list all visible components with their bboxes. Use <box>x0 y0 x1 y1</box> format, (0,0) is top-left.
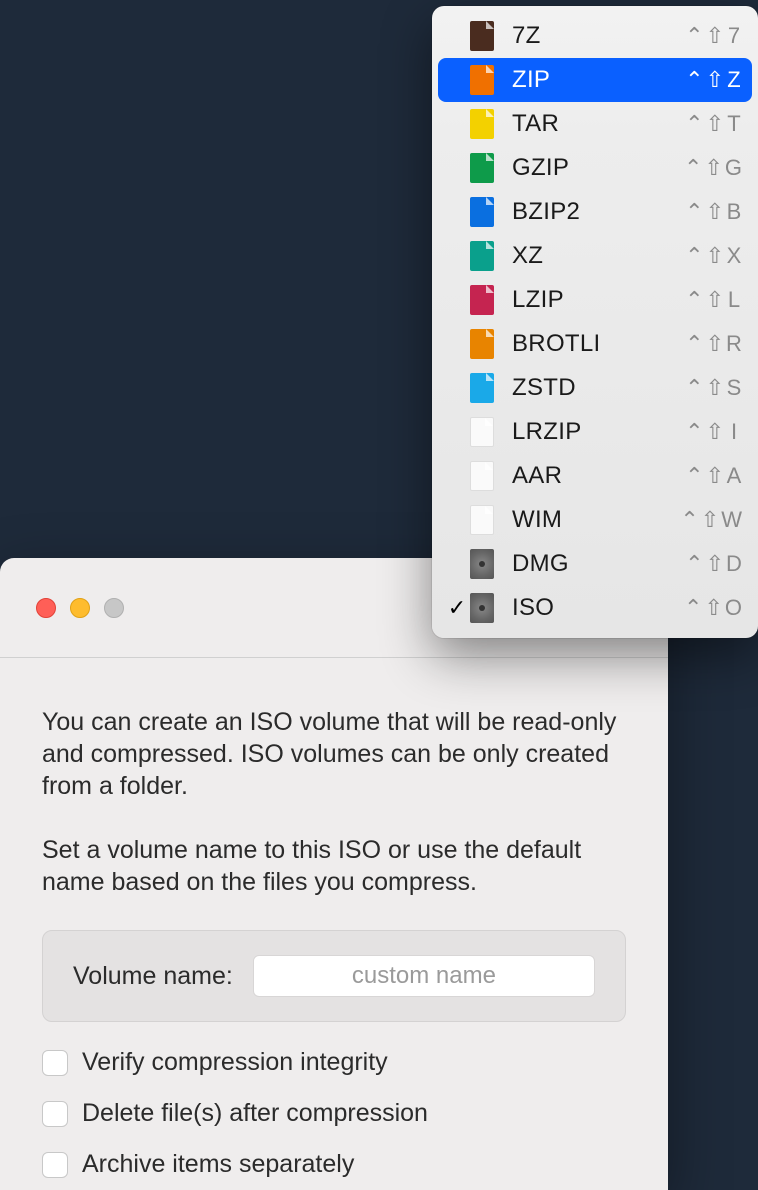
checkbox-label-separate: Archive items separately <box>82 1150 354 1179</box>
menu-item-shortcut: ⌃⇧I <box>685 419 742 445</box>
file-icon <box>470 417 494 447</box>
dialog-paragraph-1: You can create an ISO volume that will b… <box>42 706 626 802</box>
check-row-verify[interactable]: Verify compression integrity <box>42 1048 626 1077</box>
menu-item-7z[interactable]: 7Z⌃⇧7 <box>438 14 752 58</box>
menu-item-shortcut: ⌃⇧W <box>680 507 742 533</box>
file-icon <box>470 109 494 139</box>
file-icon <box>470 65 494 95</box>
menu-item-zstd[interactable]: ZSTD⌃⇧S <box>438 366 752 410</box>
dialog-paragraph-2: Set a volume name to this ISO or use the… <box>42 834 626 898</box>
volume-name-box: Volume name: <box>42 930 626 1022</box>
menu-item-shortcut: ⌃⇧L <box>685 287 742 313</box>
file-icon <box>470 461 494 491</box>
file-icon <box>470 593 494 623</box>
file-icon <box>470 329 494 359</box>
menu-item-label: DMG <box>512 550 685 578</box>
menu-item-shortcut: ⌃⇧A <box>685 463 742 489</box>
checkbox-separate[interactable] <box>42 1152 68 1178</box>
menu-item-label: WIM <box>512 506 680 534</box>
menu-item-shortcut: ⌃⇧Z <box>685 67 742 93</box>
check-row-delete[interactable]: Delete file(s) after compression <box>42 1099 626 1128</box>
checkbox-label-verify: Verify compression integrity <box>82 1048 388 1077</box>
file-icon <box>470 241 494 271</box>
menu-item-label: BZIP2 <box>512 198 685 226</box>
menu-item-iso[interactable]: ✓ ISO⌃⇧O <box>438 586 752 630</box>
volume-name-input[interactable] <box>253 955 595 997</box>
file-icon <box>470 153 494 183</box>
menu-item-bzip2[interactable]: BZIP2⌃⇧B <box>438 190 752 234</box>
menu-item-lrzip[interactable]: LRZIP⌃⇧I <box>438 410 752 454</box>
file-icon <box>470 285 494 315</box>
dialog-window: You can create an ISO volume that will b… <box>0 558 668 1190</box>
dialog-body: You can create an ISO volume that will b… <box>0 658 668 898</box>
checkbox-group: Verify compression integrity Delete file… <box>0 1022 668 1179</box>
menu-item-zip[interactable]: ZIP⌃⇧Z <box>438 58 752 102</box>
menu-item-label: ZIP <box>512 66 685 94</box>
menu-item-label: 7Z <box>512 22 685 50</box>
menu-item-shortcut: ⌃⇧O <box>684 595 742 621</box>
format-dropdown[interactable]: 7Z⌃⇧7ZIP⌃⇧ZTAR⌃⇧TGZIP⌃⇧GBZIP2⌃⇧BXZ⌃⇧XLZI… <box>432 6 758 638</box>
menu-item-label: LZIP <box>512 286 685 314</box>
menu-item-brotli[interactable]: BROTLI⌃⇧R <box>438 322 752 366</box>
menu-item-label: ISO <box>512 594 684 622</box>
menu-item-shortcut: ⌃⇧G <box>684 155 742 181</box>
checkmark-icon: ✓ <box>444 595 470 621</box>
menu-item-shortcut: ⌃⇧S <box>685 375 742 401</box>
checkbox-label-delete: Delete file(s) after compression <box>82 1099 428 1128</box>
menu-item-label: TAR <box>512 110 685 138</box>
file-icon <box>470 549 494 579</box>
file-icon <box>470 197 494 227</box>
menu-item-shortcut: ⌃⇧D <box>685 551 742 577</box>
volume-name-label: Volume name: <box>73 962 233 991</box>
menu-item-shortcut: ⌃⇧T <box>685 111 742 137</box>
checkbox-verify[interactable] <box>42 1050 68 1076</box>
menu-item-shortcut: ⌃⇧B <box>685 199 742 225</box>
check-row-separate[interactable]: Archive items separately <box>42 1150 626 1179</box>
menu-item-lzip[interactable]: LZIP⌃⇧L <box>438 278 752 322</box>
menu-item-label: ZSTD <box>512 374 685 402</box>
menu-item-tar[interactable]: TAR⌃⇧T <box>438 102 752 146</box>
menu-item-dmg[interactable]: DMG⌃⇧D <box>438 542 752 586</box>
close-button[interactable] <box>36 598 56 618</box>
menu-item-label: GZIP <box>512 154 684 182</box>
menu-item-shortcut: ⌃⇧X <box>685 243 742 269</box>
menu-item-shortcut: ⌃⇧7 <box>685 23 742 49</box>
menu-item-gzip[interactable]: GZIP⌃⇧G <box>438 146 752 190</box>
file-icon <box>470 21 494 51</box>
menu-item-label: BROTLI <box>512 330 685 358</box>
menu-item-label: AAR <box>512 462 685 490</box>
file-icon <box>470 505 494 535</box>
menu-item-xz[interactable]: XZ⌃⇧X <box>438 234 752 278</box>
checkbox-delete[interactable] <box>42 1101 68 1127</box>
file-icon <box>470 373 494 403</box>
menu-item-shortcut: ⌃⇧R <box>685 331 742 357</box>
menu-item-label: XZ <box>512 242 685 270</box>
maximize-button[interactable] <box>104 598 124 618</box>
minimize-button[interactable] <box>70 598 90 618</box>
menu-item-label: LRZIP <box>512 418 685 446</box>
menu-item-aar[interactable]: AAR⌃⇧A <box>438 454 752 498</box>
menu-item-wim[interactable]: WIM⌃⇧W <box>438 498 752 542</box>
